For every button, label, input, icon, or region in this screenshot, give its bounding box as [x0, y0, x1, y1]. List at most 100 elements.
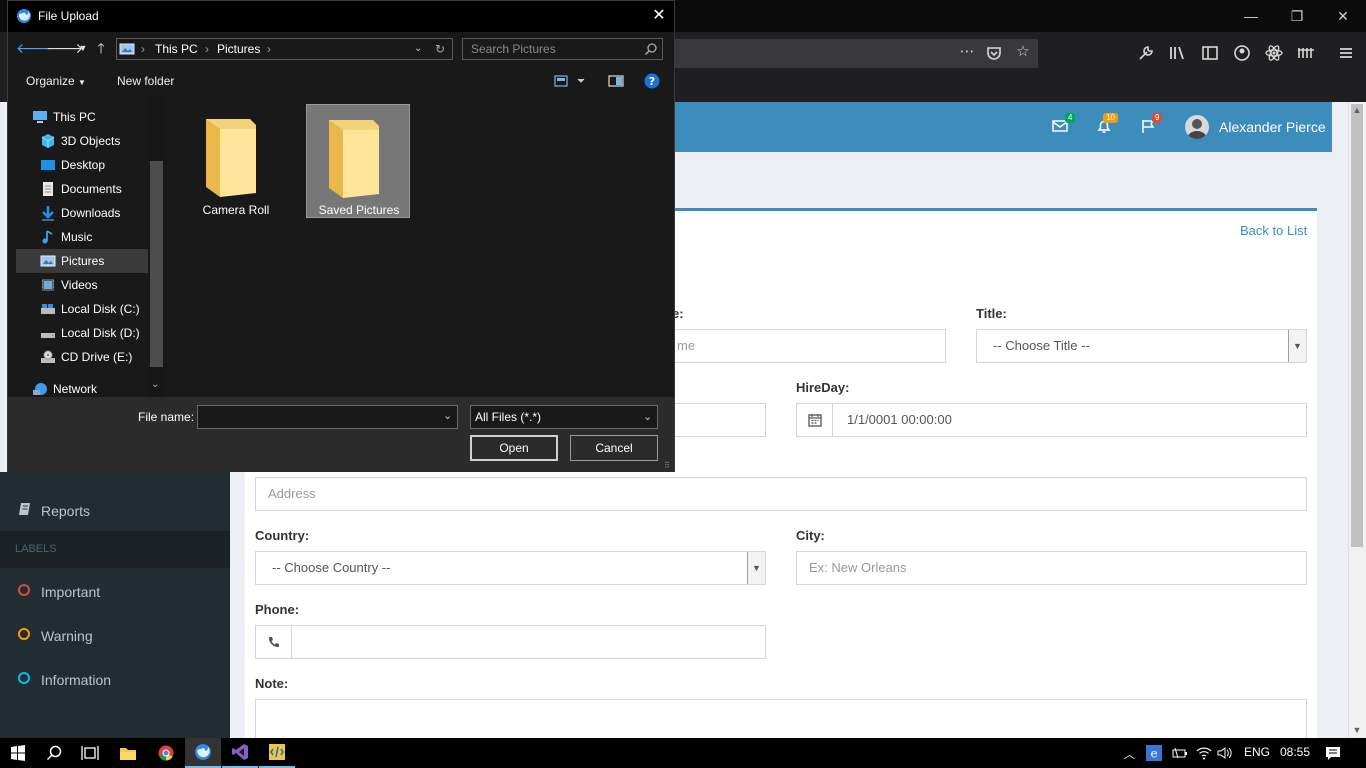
scroll-up-arrow-icon[interactable]: ▲: [1348, 102, 1366, 118]
resize-grip-icon[interactable]: ⠿: [664, 461, 670, 470]
language-indicator[interactable]: ENG: [1244, 745, 1270, 759]
hireday-input[interactable]: 1/1/0001 00:00:00: [796, 403, 1307, 437]
open-button[interactable]: Open: [470, 435, 558, 461]
tree-item-pictures[interactable]: Pictures: [16, 249, 154, 273]
up-arrow-icon[interactable]: 🡑: [90, 37, 112, 59]
breadcrumb-separator-icon: ›: [205, 42, 209, 56]
tree-item-downloads[interactable]: Downloads: [8, 201, 148, 225]
labels-header: LABELS: [0, 531, 230, 568]
wrench-icon[interactable]: [1136, 43, 1156, 63]
tree-item-local-disk-d[interactable]: Local Disk (D:): [8, 321, 148, 345]
address-input[interactable]: Address: [255, 477, 1307, 511]
organize-button[interactable]: Organize ▼: [26, 74, 86, 88]
name-input[interactable]: me: [674, 329, 946, 363]
address-bar[interactable]: › This PC › Pictures › ⌄ ↻: [116, 38, 453, 60]
tree-item-local-disk-c[interactable]: Local Disk (C:): [8, 297, 148, 321]
account-icon[interactable]: [1232, 43, 1252, 63]
note-textarea[interactable]: [255, 699, 1307, 739]
avatar[interactable]: [1185, 115, 1209, 139]
breadcrumb-pictures[interactable]: Pictures: [217, 39, 260, 59]
search-icon: [644, 42, 658, 56]
svg-text:e: e: [1150, 747, 1157, 761]
close-icon[interactable]: ✕: [644, 5, 674, 27]
flag-count-badge: 9: [1152, 113, 1163, 123]
help-icon[interactable]: ?: [644, 73, 660, 89]
folder-saved-pictures[interactable]: Saved Pictures: [306, 104, 410, 218]
videos-icon: [40, 277, 56, 293]
scroll-down-arrow-icon[interactable]: ▼: [1348, 722, 1366, 738]
file-name-input[interactable]: ⌄: [197, 405, 458, 429]
tree-item-label: Music: [61, 230, 93, 244]
search-input[interactable]: Search Pictures: [462, 38, 663, 60]
sidebar-item-label: Important: [41, 584, 101, 600]
file-explorer-icon[interactable]: [110, 738, 146, 768]
navigation-pane-scrollbar-thumb[interactable]: [150, 161, 163, 367]
refresh-icon[interactable]: ↻: [435, 39, 445, 59]
tree-item-videos[interactable]: Videos: [8, 273, 148, 297]
react-icon[interactable]: [1264, 43, 1284, 63]
page-scrollbar-thumb[interactable]: [1351, 104, 1363, 547]
ie-tray-icon[interactable]: e: [1146, 745, 1162, 761]
sidebar-icon[interactable]: [1200, 43, 1220, 63]
city-input[interactable]: Ex: New Orleans: [796, 551, 1307, 585]
tree-item-3d-objects[interactable]: 3D Objects: [8, 129, 148, 153]
title-select[interactable]: -- Choose Title -- ▼: [976, 329, 1307, 363]
preview-pane-icon[interactable]: [608, 75, 624, 87]
url-bar[interactable]: ⋯ ☆: [670, 39, 1038, 68]
chevron-down-icon[interactable]: ⌄: [443, 409, 452, 422]
folder-camera-roll[interactable]: Camera Roll: [184, 105, 288, 219]
tree-item-desktop[interactable]: Desktop: [8, 153, 148, 177]
close-window-button[interactable]: ✕: [1320, 0, 1366, 32]
start-button[interactable]: [0, 738, 36, 768]
documents-icon: [40, 181, 56, 197]
sidebar-item-reports[interactable]: Reports: [0, 487, 230, 531]
restore-button[interactable]: ❐: [1274, 0, 1320, 32]
clock[interactable]: 08:55: [1280, 745, 1310, 759]
scroll-down-chevron-icon[interactable]: ⌄: [151, 379, 159, 390]
file-type-select[interactable]: All Files (*.*) ⌄: [470, 405, 658, 429]
music-icon: [40, 229, 56, 245]
extensions-icon[interactable]: [1296, 43, 1316, 63]
speaker-icon[interactable]: [1217, 745, 1233, 761]
phone-input[interactable]: [255, 625, 766, 659]
cancel-button[interactable]: Cancel: [570, 435, 658, 461]
minimize-button[interactable]: —: [1228, 0, 1274, 32]
partial-input[interactable]: [674, 403, 766, 437]
chrome-icon[interactable]: [148, 738, 184, 768]
sidebar-item-important[interactable]: Important: [0, 568, 230, 612]
tree-item-cd-drive-e[interactable]: CD Drive (E:): [8, 345, 148, 369]
circle-icon: [18, 628, 30, 640]
country-select[interactable]: -- Choose Country -- ▼: [255, 551, 766, 585]
code-editor-icon[interactable]: [259, 738, 295, 768]
menu-icon[interactable]: [1336, 43, 1356, 63]
back-to-list-link[interactable]: Back to List: [1240, 223, 1307, 238]
search-icon[interactable]: [36, 738, 72, 768]
forward-arrow-icon[interactable]: 🡒: [46, 37, 84, 59]
sidebar-item-warning[interactable]: Warning: [0, 612, 230, 656]
visual-studio-icon[interactable]: [222, 738, 258, 768]
wifi-icon[interactable]: [1196, 745, 1212, 761]
dialog-titlebar: File Upload ✕: [8, 1, 674, 32]
chevron-down-icon: ▼: [747, 552, 765, 584]
user-name[interactable]: Alexander Pierce: [1219, 119, 1326, 135]
breadcrumb-this-pc[interactable]: This PC: [155, 39, 198, 59]
bookmark-star-icon[interactable]: ☆: [1012, 42, 1034, 64]
tray-overflow-chevron-icon[interactable]: ︿: [1124, 746, 1135, 762]
pocket-icon[interactable]: [986, 45, 1002, 61]
notification-count-badge: 10: [1103, 113, 1118, 123]
page-actions-icon[interactable]: ⋯: [956, 42, 978, 64]
notifications-icon[interactable]: [1325, 745, 1341, 761]
new-folder-button[interactable]: New folder: [117, 74, 174, 88]
back-arrow-icon[interactable]: 🡐: [16, 37, 54, 59]
hireday-label: HireDay:: [796, 380, 850, 395]
task-view-icon[interactable]: [72, 738, 108, 768]
battery-icon[interactable]: [1172, 746, 1188, 760]
sidebar-item-information[interactable]: Information: [0, 656, 230, 700]
tree-item-music[interactable]: Music: [8, 225, 148, 249]
tree-item-documents[interactable]: Documents: [8, 177, 148, 201]
firefox-icon[interactable]: [185, 738, 221, 768]
library-icon[interactable]: [1168, 43, 1188, 63]
tree-item-this-pc[interactable]: This PC: [8, 105, 148, 129]
address-dropdown-chevron-icon[interactable]: ⌄: [414, 39, 422, 59]
view-options-icon[interactable]: [554, 75, 586, 87]
